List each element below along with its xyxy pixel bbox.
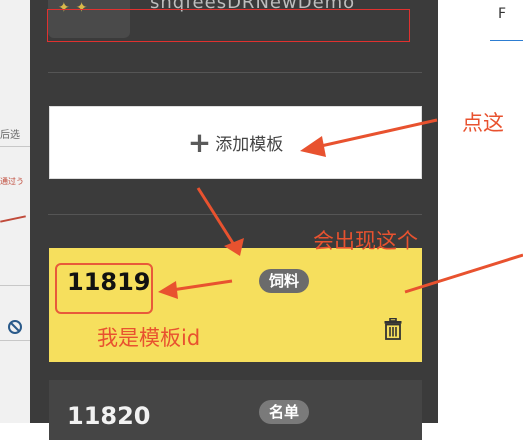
annotation-appears: 会出现这个 — [313, 229, 418, 253]
trash-icon[interactable] — [384, 318, 402, 340]
add-template-button[interactable]: + 添加模板 — [49, 106, 422, 179]
template-tag-badge: 名单 — [259, 400, 310, 424]
template-tag-badge: 饲料 — [259, 269, 310, 293]
annotation-highlight-box — [47, 9, 410, 42]
background-divider — [0, 340, 30, 341]
background-text-fragment: 后选 — [0, 130, 20, 141]
background-red-line — [0, 215, 26, 223]
list-divider — [48, 214, 422, 215]
background-right-window: F — [438, 0, 523, 423]
annotation-id-highlight-box — [55, 263, 153, 314]
background-divider — [0, 146, 30, 147]
template-card[interactable]: 11820 名单 — [49, 380, 422, 440]
annotation-click-here: 点这 — [462, 111, 504, 135]
background-blue-underline — [490, 40, 523, 41]
annotation-template-id: 我是模板id — [97, 326, 201, 350]
add-template-label: 添加模板 — [215, 135, 284, 155]
background-text-fragment: 通过う — [0, 177, 24, 186]
background-divider — [0, 285, 30, 286]
background-left-window: 后选 通过う — [0, 0, 30, 423]
template-id: 11820 — [67, 402, 151, 430]
list-divider — [48, 72, 422, 73]
no-entry-icon — [8, 320, 22, 334]
background-glyph: F — [498, 6, 507, 22]
plus-icon: + — [187, 125, 212, 159]
